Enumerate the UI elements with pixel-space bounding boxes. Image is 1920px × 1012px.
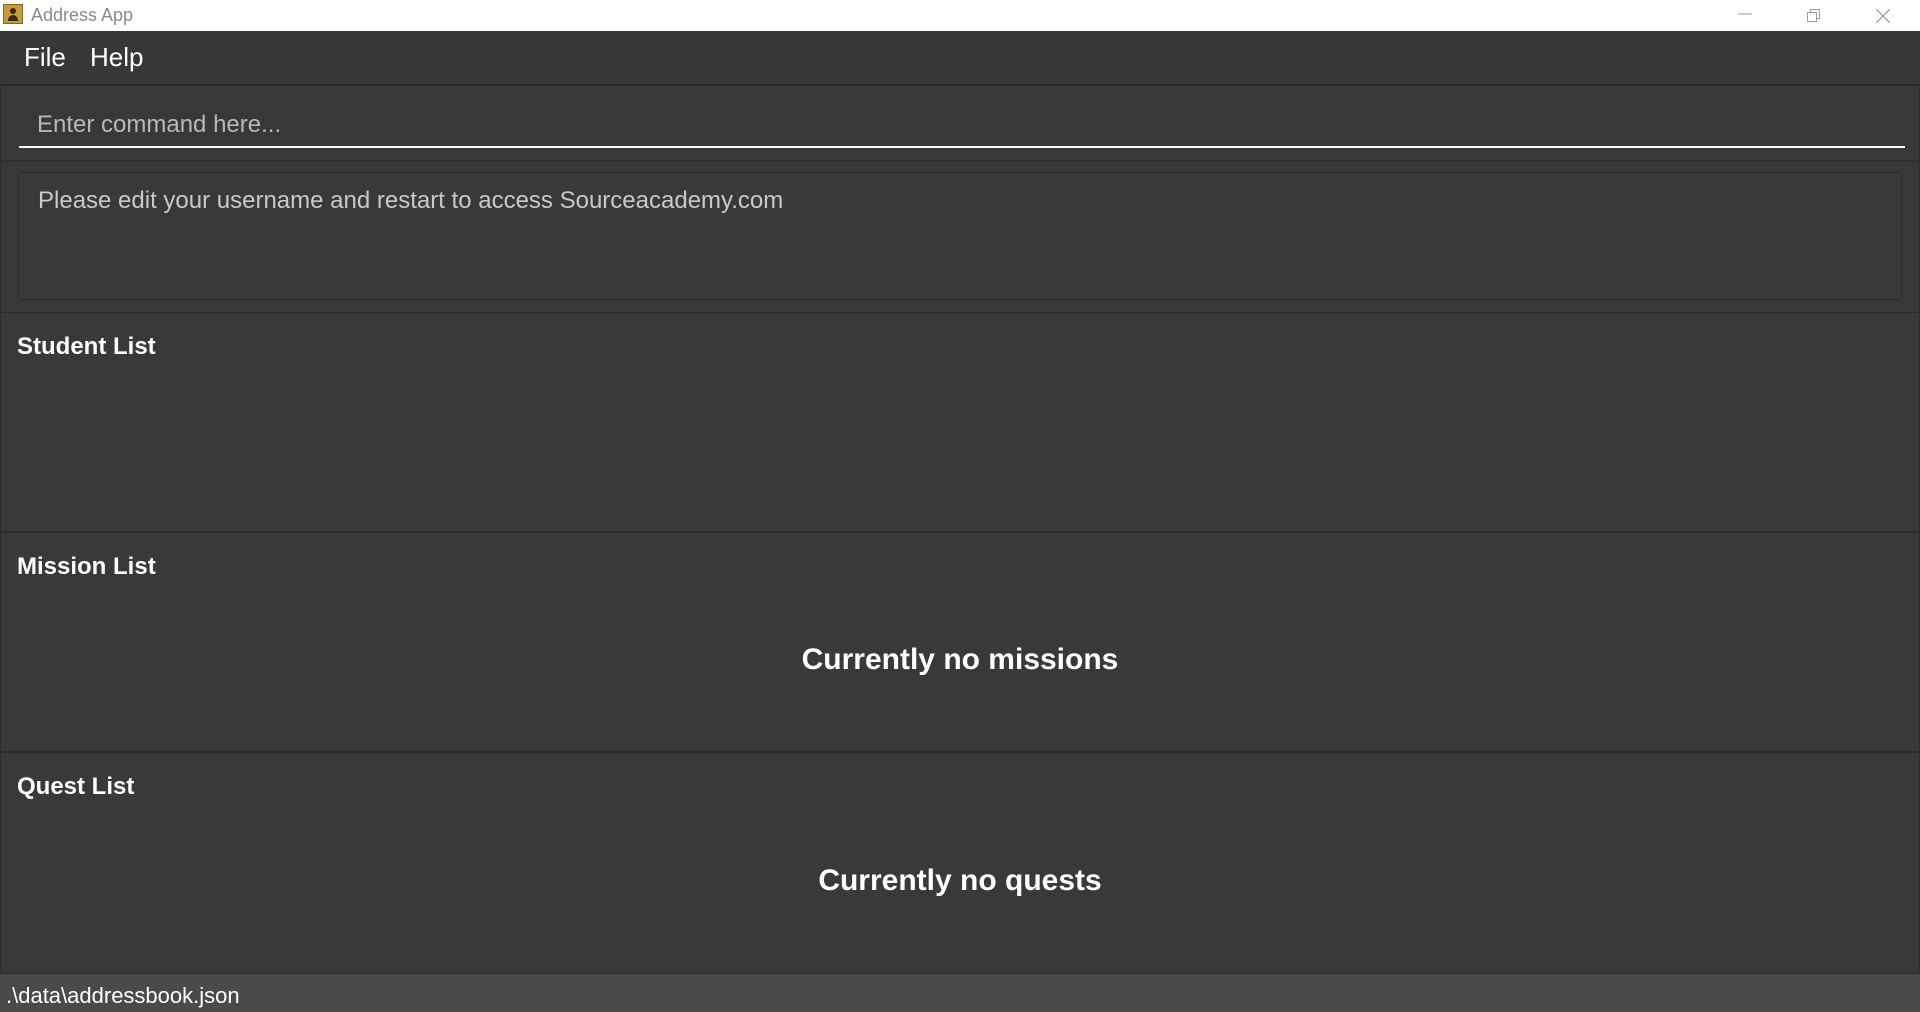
mission-empty-message: Currently no missions bbox=[801, 643, 1119, 676]
command-input[interactable] bbox=[19, 104, 1905, 148]
student-list-panel[interactable]: Student List bbox=[0, 312, 1920, 532]
mission-list-panel[interactable]: Mission List Currently no missions bbox=[0, 532, 1920, 752]
save-location: .\data\addressbook.json bbox=[6, 983, 240, 1008]
address-book-icon bbox=[3, 4, 23, 24]
minimize-icon bbox=[1738, 13, 1752, 15]
mission-list-title: Mission List bbox=[17, 553, 156, 580]
result-display[interactable]: Please edit your username and restart to… bbox=[18, 172, 1902, 300]
quest-list-title: Quest List bbox=[17, 773, 135, 800]
student-list-title: Student List bbox=[17, 333, 156, 360]
window-titlebar: Address App bbox=[0, 0, 1920, 31]
menu-bar: File Help bbox=[0, 31, 1920, 85]
command-box bbox=[0, 85, 1920, 161]
quest-list-panel[interactable]: Quest List Currently no quests bbox=[0, 752, 1920, 974]
menu-help[interactable]: Help bbox=[90, 42, 143, 73]
menu-file[interactable]: File bbox=[24, 42, 66, 73]
status-bar: .\data\addressbook.json bbox=[0, 974, 1920, 1012]
restore-icon bbox=[1807, 9, 1820, 22]
result-message: Please edit your username and restart to… bbox=[38, 187, 784, 214]
close-button[interactable] bbox=[1860, 0, 1906, 31]
result-display-panel: Please edit your username and restart to… bbox=[0, 161, 1920, 313]
minimize-button[interactable] bbox=[1722, 0, 1768, 31]
quest-empty-message: Currently no quests bbox=[818, 864, 1102, 897]
window-title: Address App bbox=[31, 5, 134, 25]
restore-button[interactable] bbox=[1791, 0, 1837, 31]
close-icon bbox=[1876, 9, 1890, 23]
